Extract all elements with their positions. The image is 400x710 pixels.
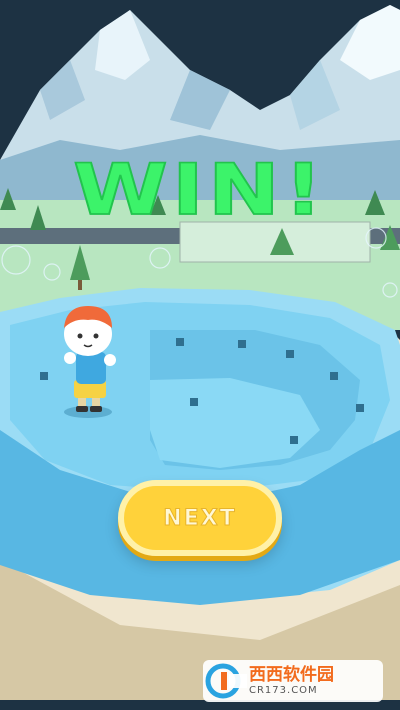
game-scene bbox=[0, 0, 400, 700]
win-title: WIN! bbox=[72, 148, 328, 232]
watermark: 西西软件园 CR173.COM bbox=[203, 660, 383, 702]
next-button-label: NEXT bbox=[163, 505, 237, 531]
watermark-url: CR173.COM bbox=[249, 685, 318, 696]
game-screen: WIN! NEXT 西西软件园 CR173.COM bbox=[0, 0, 400, 710]
watermark-logo-icon bbox=[205, 663, 247, 699]
watermark-name: 西西软件园 bbox=[249, 665, 334, 685]
next-button[interactable]: NEXT bbox=[118, 480, 282, 556]
